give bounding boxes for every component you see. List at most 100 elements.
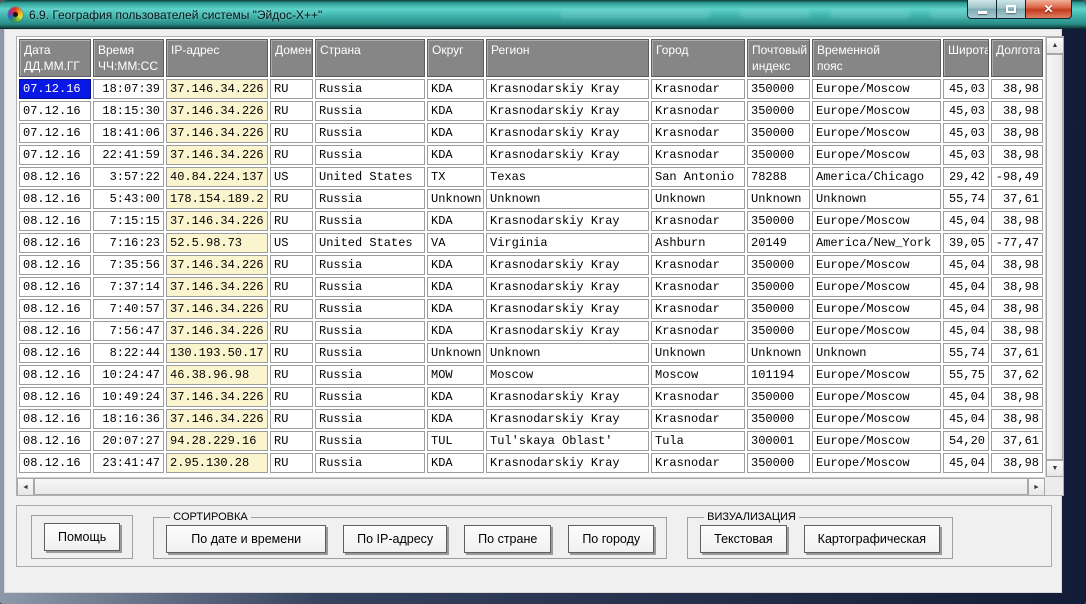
table-cell[interactable]: KDA [427,123,484,143]
table-cell[interactable]: RU [270,409,313,429]
sort-by-country-button[interactable]: По стране [464,525,551,553]
table-cell[interactable]: Unknown [486,189,649,209]
table-cell[interactable]: Russia [315,79,425,99]
table-cell[interactable]: 23:41:47 [93,453,164,473]
table-cell[interactable]: Unknown [747,343,810,363]
table-cell[interactable]: RU [270,145,313,165]
table-cell[interactable]: KDA [427,255,484,275]
table-cell[interactable]: 38,98 [991,409,1043,429]
table-cell[interactable]: KDA [427,453,484,473]
table-cell[interactable]: 39,05 [943,233,989,253]
table-cell[interactable]: Unknown [812,343,941,363]
table-cell[interactable]: VA [427,233,484,253]
table-cell[interactable]: 350000 [747,101,810,121]
table-cell[interactable]: 45,04 [943,211,989,231]
table-cell[interactable]: Unknown [812,189,941,209]
table-cell[interactable]: Texas [486,167,649,187]
vertical-scrollbar[interactable]: ▲ ▼ [1045,37,1063,477]
close-button[interactable]: ✕ [1026,0,1072,19]
table-cell[interactable]: US [270,167,313,187]
table-cell[interactable]: 37,61 [991,343,1043,363]
table-cell[interactable]: 07.12.16 [19,101,91,121]
table-cell[interactable]: 45,04 [943,321,989,341]
table-cell[interactable]: 22:41:59 [93,145,164,165]
table-cell[interactable]: Krasnodarskiy Kray [486,387,649,407]
table-cell[interactable]: 55,74 [943,343,989,363]
table-cell[interactable]: Unknown [651,343,745,363]
viz-text-button[interactable]: Текстовая [700,525,787,553]
table-cell[interactable]: Krasnodarskiy Kray [486,123,649,143]
table-cell[interactable]: Europe/Moscow [812,255,941,275]
table-cell[interactable]: 350000 [747,255,810,275]
scroll-left-button[interactable]: ◄ [17,478,34,496]
table-cell[interactable]: 38,98 [991,321,1043,341]
table-cell[interactable]: Europe/Moscow [812,211,941,231]
table-cell[interactable]: Europe/Moscow [812,145,941,165]
table-cell[interactable]: 10:24:47 [93,365,164,385]
table-cell[interactable]: 37,61 [991,431,1043,451]
table-cell[interactable]: Europe/Moscow [812,79,941,99]
table-cell[interactable]: 178.154.189.2 [166,189,268,209]
table-cell[interactable]: 350000 [747,453,810,473]
table-cell[interactable]: RU [270,277,313,297]
table-cell[interactable]: Europe/Moscow [812,387,941,407]
table-cell[interactable]: 101194 [747,365,810,385]
table-cell[interactable]: Krasnodarskiy Kray [486,453,649,473]
table-cell[interactable]: Krasnodar [651,123,745,143]
table-cell[interactable]: Krasnodarskiy Kray [486,409,649,429]
table-cell[interactable]: 40.84.224.137 [166,167,268,187]
table-cell[interactable]: 300001 [747,431,810,451]
table-cell[interactable]: Europe/Moscow [812,299,941,319]
table-cell[interactable]: Krasnodar [651,409,745,429]
table-cell[interactable]: US [270,233,313,253]
table-cell[interactable]: 45,03 [943,79,989,99]
table-cell[interactable]: Russia [315,343,425,363]
table-cell[interactable]: America/New_York [812,233,941,253]
table-cell[interactable]: Russia [315,211,425,231]
table-cell[interactable]: KDA [427,387,484,407]
table-cell[interactable]: Europe/Moscow [812,321,941,341]
table-cell[interactable]: Russia [315,299,425,319]
table-cell[interactable]: United States [315,167,425,187]
table-cell[interactable]: 18:16:36 [93,409,164,429]
sort-by-date-time-button[interactable]: По дате и времени [166,525,326,553]
table-cell[interactable]: -77,47 [991,233,1043,253]
table-cell[interactable]: Russia [315,453,425,473]
table-cell[interactable]: Russia [315,255,425,275]
table-cell[interactable]: United States [315,233,425,253]
table-cell[interactable]: 54,20 [943,431,989,451]
table-cell[interactable]: Krasnodar [651,277,745,297]
table-cell[interactable]: 07.12.16 [19,123,91,143]
table-cell[interactable]: RU [270,101,313,121]
viz-map-button[interactable]: Картографическая [804,525,940,553]
table-cell[interactable]: Europe/Moscow [812,365,941,385]
table-cell[interactable]: 07.12.16 [19,145,91,165]
table-cell[interactable]: 37.146.34.226 [166,277,268,297]
table-cell[interactable]: Europe/Moscow [812,453,941,473]
table-cell[interactable]: KDA [427,101,484,121]
table-cell[interactable]: RU [270,189,313,209]
table-cell[interactable]: 08.12.16 [19,365,91,385]
table-cell[interactable]: 7:15:15 [93,211,164,231]
scroll-right-button[interactable]: ► [1028,478,1045,496]
table-cell[interactable]: Moscow [486,365,649,385]
table-cell[interactable]: Russia [315,189,425,209]
table-cell[interactable]: 3:57:22 [93,167,164,187]
table-cell[interactable]: KDA [427,145,484,165]
table-cell[interactable]: Europe/Moscow [812,123,941,143]
table-cell[interactable]: 37,62 [991,365,1043,385]
table-cell[interactable]: Europe/Moscow [812,431,941,451]
table-cell[interactable]: Virginia [486,233,649,253]
table-cell[interactable]: 37.146.34.226 [166,101,268,121]
sort-by-city-button[interactable]: По городу [568,525,654,553]
table-cell[interactable]: RU [270,255,313,275]
table-cell[interactable]: Russia [315,101,425,121]
table-cell[interactable]: 37.146.34.226 [166,387,268,407]
table-cell[interactable]: Unknown [651,189,745,209]
table-cell[interactable]: Krasnodar [651,299,745,319]
table-cell[interactable]: Unknown [486,343,649,363]
table-cell[interactable]: TX [427,167,484,187]
table-cell[interactable]: 350000 [747,211,810,231]
scroll-down-button[interactable]: ▼ [1046,460,1064,477]
table-cell[interactable]: America/Chicago [812,167,941,187]
